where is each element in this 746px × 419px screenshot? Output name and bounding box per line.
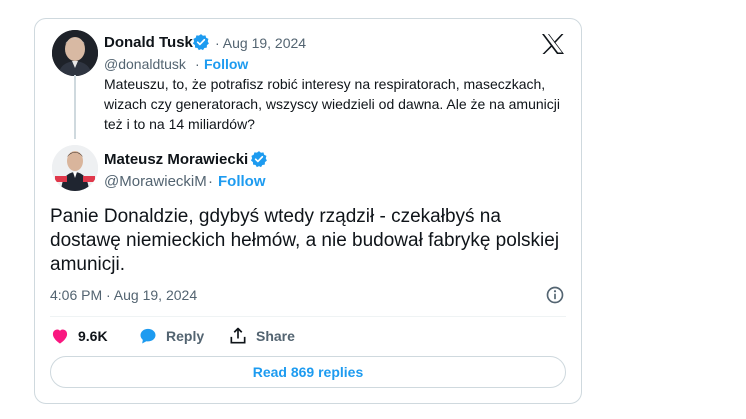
like-button[interactable]: 9.6K xyxy=(50,326,108,346)
info-icon[interactable] xyxy=(545,285,565,305)
verified-badge-icon xyxy=(250,151,267,168)
thread-connector-line xyxy=(74,75,76,139)
reply-tweet-text: Panie Donaldzie, gdybyś wtedy rządził - … xyxy=(50,206,560,275)
tweet-timestamp[interactable]: 4:06 PM · Aug 19, 2024 xyxy=(50,287,197,303)
heart-icon xyxy=(52,329,68,344)
avatar-donald-tusk[interactable] xyxy=(52,30,98,76)
reply-separator: · xyxy=(208,173,213,190)
read-replies-button[interactable]: Read 869 replies xyxy=(50,356,566,388)
reply-bubble-icon xyxy=(140,328,156,344)
share-label: Share xyxy=(256,328,295,344)
reply-author-name[interactable]: Mateusz Morawiecki xyxy=(104,151,248,168)
reply-handle[interactable]: @MorawieckiM xyxy=(104,173,207,190)
quoted-separator: · xyxy=(195,56,200,72)
quoted-author-name[interactable]: Donald Tusk xyxy=(104,34,193,51)
reply-follow-link[interactable]: Follow xyxy=(218,173,266,190)
share-icon xyxy=(230,327,246,344)
quoted-tweet-text: Mateuszu, to, że potrafisz robić interes… xyxy=(104,76,560,132)
reply-button[interactable]: Reply xyxy=(138,326,204,346)
avatar-mateusz-morawiecki[interactable] xyxy=(52,145,98,191)
quoted-follow-link[interactable]: Follow xyxy=(204,56,248,72)
x-logo-icon[interactable] xyxy=(541,33,565,55)
quoted-handle[interactable]: @donaldtusk xyxy=(104,56,186,72)
share-button[interactable]: Share xyxy=(228,326,295,346)
actions-divider xyxy=(50,316,566,317)
verified-badge-icon xyxy=(192,34,209,51)
quoted-date[interactable]: · Aug 19, 2024 xyxy=(215,35,306,51)
like-count: 9.6K xyxy=(78,328,108,344)
read-replies-label: Read 869 replies xyxy=(252,364,364,380)
reply-label: Reply xyxy=(166,328,205,344)
